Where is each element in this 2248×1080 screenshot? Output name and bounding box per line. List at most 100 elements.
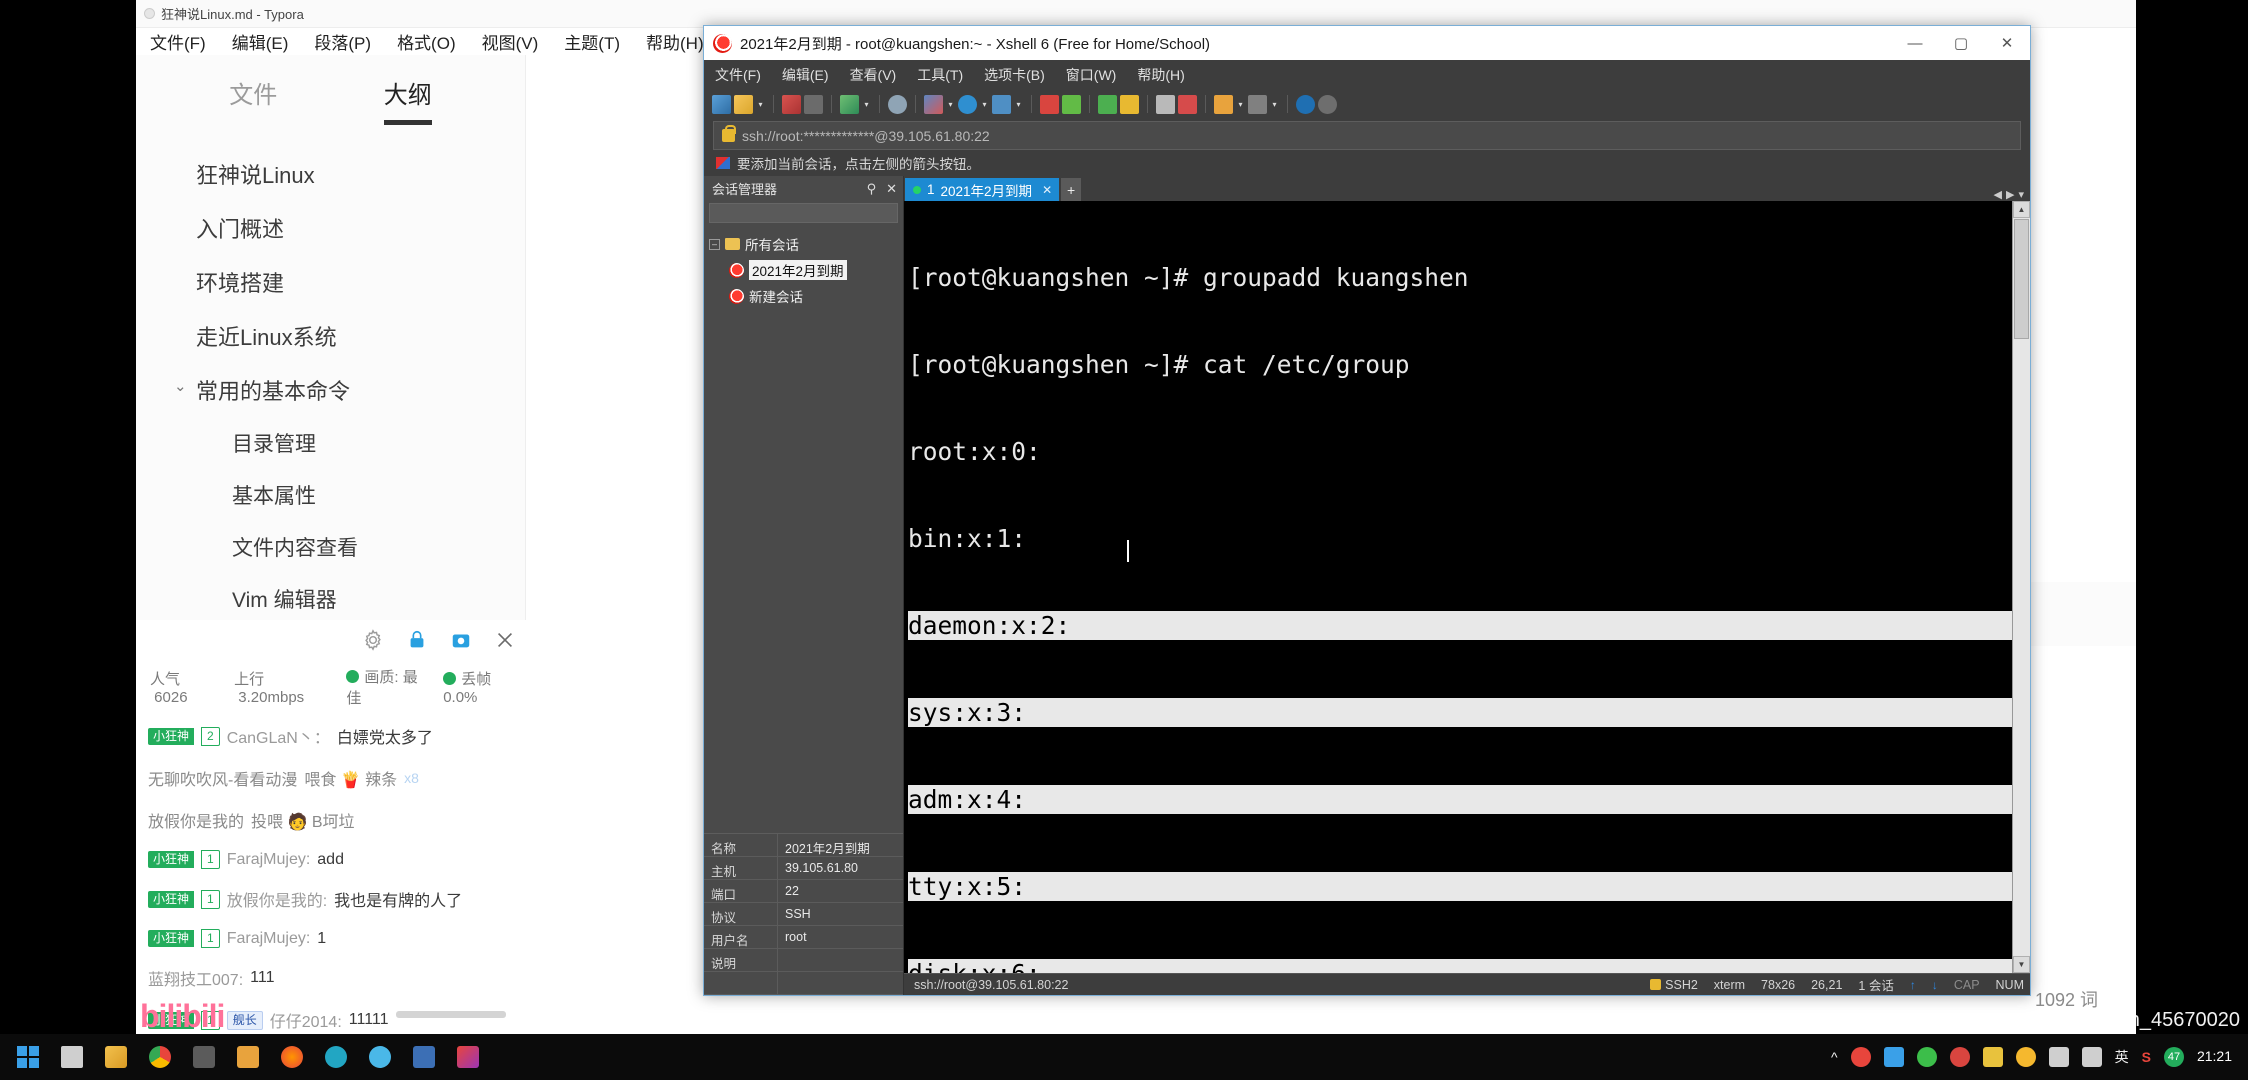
chevron-down-icon[interactable]: ▾ [1270, 95, 1279, 114]
font-icon[interactable] [992, 94, 1011, 114]
bilibili-progress-bar[interactable] [396, 1011, 506, 1018]
lock-icon[interactable] [406, 629, 428, 651]
chevron-down-icon[interactable]: ⌄ [174, 377, 187, 395]
file-explorer-icon[interactable] [94, 1034, 138, 1080]
window-controls[interactable]: — ▢ ✕ [1892, 26, 2030, 60]
close-button[interactable]: ✕ [1984, 26, 2030, 60]
firefox-icon[interactable] [270, 1034, 314, 1080]
close-icon[interactable]: ✕ [1042, 183, 1052, 197]
export-icon[interactable] [1214, 94, 1233, 114]
highlight-icon[interactable] [1040, 94, 1059, 114]
stop-icon[interactable] [1248, 94, 1267, 114]
outline-item-5[interactable]: 目录管理 [136, 417, 525, 469]
scroll-up-icon[interactable]: ▲ [2013, 201, 2030, 218]
menu-edit[interactable]: 编辑(E) [232, 29, 289, 54]
network-icon[interactable] [2048, 1047, 2069, 1067]
tree-node-all-sessions[interactable]: – 所有会话 [709, 231, 903, 257]
tree-node-session-0[interactable]: 2021年2月到期 [709, 257, 903, 283]
outline-item-3[interactable]: 走近Linux系统 [136, 309, 525, 363]
tree-node-session-1[interactable]: 新建会话 [709, 283, 903, 309]
globe-icon[interactable] [958, 94, 977, 114]
menu-paragraph[interactable]: 段落(P) [314, 29, 371, 54]
bilibili-danmaku-list[interactable]: 小狂神 2 CanGLaN丶： 白嫖党太多了 无聊吹吹风-看看动漫 喂食 🍟 辣… [136, 718, 532, 1032]
sogou-icon[interactable]: S [2142, 1049, 2151, 1065]
xs-menu-help[interactable]: 帮助(H) [1137, 65, 1184, 85]
menu-help[interactable]: 帮助(H) [646, 29, 704, 54]
compose-icon[interactable] [1062, 94, 1081, 114]
close-icon[interactable] [494, 629, 516, 651]
opera-icon[interactable] [1850, 1047, 1871, 1067]
scroll-down-icon[interactable]: ▼ [2013, 956, 2030, 973]
gear-icon[interactable] [362, 629, 384, 651]
netease-music-icon[interactable] [1949, 1047, 1970, 1067]
disconnect-icon[interactable] [782, 94, 801, 114]
volume-icon[interactable] [2081, 1047, 2102, 1067]
session-search-input[interactable] [709, 203, 898, 223]
outline-item-8[interactable]: Vim 编辑器 [136, 573, 525, 625]
menu-theme[interactable]: 主题(T) [564, 29, 620, 54]
task-view-icon[interactable] [50, 1034, 94, 1080]
media-player-icon[interactable] [402, 1034, 446, 1080]
outline-item-2[interactable]: 环境搭建 [136, 255, 525, 309]
terminal-scrollbar[interactable]: ▲ ▼ [2012, 201, 2030, 973]
xshell-titlebar[interactable]: 2021年2月到期 - root@kuangshen:~ - Xshell 6 … [704, 26, 2030, 60]
menu-view[interactable]: 视图(V) [482, 29, 539, 54]
tab-files[interactable]: 文件 [229, 75, 277, 125]
typora-sidebar-tabs[interactable]: 文件 大纲 [136, 55, 525, 125]
minimize-button[interactable]: — [1892, 26, 1938, 60]
chevron-down-icon[interactable]: ▾ [1236, 95, 1245, 114]
menu-file[interactable]: 文件(F) [150, 29, 206, 54]
outline-item-4[interactable]: ⌄ 常用的基本命令 [136, 363, 525, 417]
collapse-icon[interactable]: – [709, 238, 720, 250]
pen-icon[interactable] [1178, 94, 1197, 114]
ime-indicator[interactable]: 英 [2115, 1047, 2129, 1067]
windows-taskbar[interactable]: ^ 英 S 47 21:21 [0, 1034, 2248, 1080]
xs-menu-tools[interactable]: 工具(T) [917, 65, 963, 85]
onedrive-icon[interactable] [1883, 1047, 1904, 1067]
file-transfer-icon[interactable] [840, 94, 859, 114]
new-session-icon[interactable] [712, 94, 731, 114]
terminal-output[interactable]: [root@kuangshen ~]# groupadd kuangshen [… [904, 201, 2012, 973]
thunder-icon[interactable] [1982, 1047, 2003, 1067]
xs-menu-tab[interactable]: 选项卡(B) [984, 65, 1045, 85]
system-tray[interactable]: ^ 英 S 47 21:21 [1831, 1047, 2242, 1067]
xs-menu-view[interactable]: 查看(V) [850, 65, 897, 85]
tab-prev-icon[interactable]: ◀ [1994, 188, 2002, 201]
xshell-tabstrip[interactable]: 1 2021年2月到期 ✕ + ◀ ▶ ▾ [904, 176, 2030, 201]
open-folder-icon[interactable] [734, 94, 753, 114]
new-tab-button[interactable]: + [1061, 178, 1082, 201]
tab-next-icon[interactable]: ▶ [2006, 188, 2014, 201]
xshell-menubar[interactable]: 文件(F) 编辑(E) 查看(V) 工具(T) 选项卡(B) 窗口(W) 帮助(… [704, 60, 2030, 89]
session-tree[interactable]: – 所有会话 2021年2月到期 新建会话 [704, 225, 903, 833]
outline-item-0[interactable]: 狂神说Linux [136, 147, 525, 201]
fullscreen-icon[interactable] [1098, 94, 1117, 114]
help-icon[interactable] [1296, 94, 1315, 114]
screenshot-icon[interactable] [450, 629, 472, 651]
maximize-button[interactable]: ▢ [1938, 26, 1984, 60]
menu-format[interactable]: 格式(O) [397, 29, 456, 54]
tray-chevron-icon[interactable]: ^ [1831, 1049, 1838, 1065]
close-icon[interactable]: ✕ [886, 181, 897, 197]
scrollbar-thumb[interactable] [2014, 219, 2029, 339]
chevron-down-icon[interactable]: ▾ [1014, 95, 1023, 114]
keyboard-icon[interactable] [1156, 94, 1175, 114]
outline-item-1[interactable]: 入门概述 [136, 201, 525, 255]
chevron-down-icon[interactable]: ▾ [980, 95, 989, 114]
reconnect-icon[interactable] [804, 94, 823, 114]
taskbar-clock[interactable]: 21:21 [2197, 1048, 2232, 1064]
outline-item-7[interactable]: 文件内容查看 [136, 521, 525, 573]
layout-icon[interactable] [924, 94, 943, 114]
360-icon[interactable] [2015, 1047, 2036, 1067]
wechat-icon[interactable] [1916, 1047, 1937, 1067]
terminal-tab[interactable]: 1 2021年2月到期 ✕ [905, 178, 1060, 201]
search-icon[interactable] [888, 94, 907, 114]
xshell-toolbar[interactable]: ▾ ▾ ▾ ▾ ▾ ▾ ▾ [704, 89, 2030, 119]
folder-icon[interactable] [226, 1034, 270, 1080]
outline-item-6[interactable]: 基本属性 [136, 469, 525, 521]
idea-icon[interactable] [446, 1034, 490, 1080]
tab-outline[interactable]: 大纲 [383, 75, 432, 125]
edge-icon[interactable] [314, 1034, 358, 1080]
xs-menu-window[interactable]: 窗口(W) [1066, 65, 1117, 85]
chevron-down-icon[interactable]: ▾ [946, 95, 955, 114]
chevron-down-icon[interactable]: ▾ [862, 95, 871, 114]
